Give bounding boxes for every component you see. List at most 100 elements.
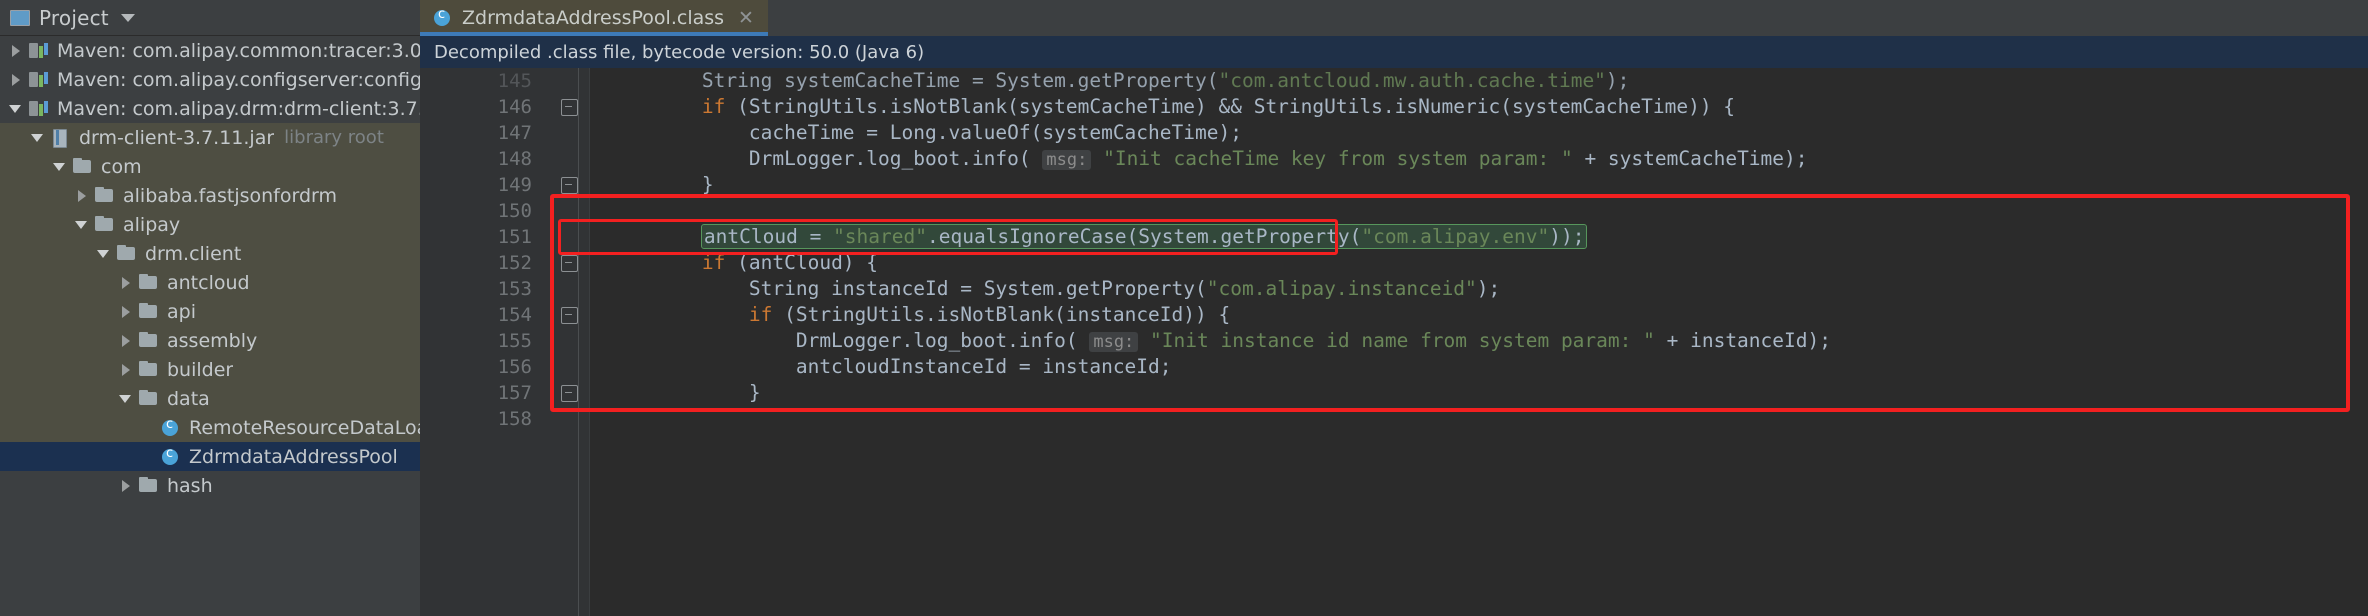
tree-node-alibaba-fastjsonfordrm[interactable]: alibaba.fastjsonfordrm xyxy=(0,181,420,210)
code-line[interactable]: if (antCloud) { xyxy=(590,250,2368,276)
fold-toggle-icon[interactable] xyxy=(548,250,589,276)
line-number: 157 xyxy=(497,382,532,404)
fold-slot xyxy=(548,276,589,302)
tree-node-label: assembly xyxy=(167,329,258,352)
tree-node-antcloud[interactable]: antcloud xyxy=(0,268,420,297)
chevron-down-icon[interactable] xyxy=(30,130,46,146)
chevron-down-icon[interactable] xyxy=(52,159,68,175)
tree-node-maven-com-alipay-common-tracer-3-0-7[interactable]: Maven: com.alipay.common:tracer:3.0.7 xyxy=(0,36,420,65)
line-number: 149 xyxy=(497,174,532,196)
package-icon xyxy=(138,331,160,350)
code-text-area[interactable]: String systemCacheTime = System.getPrope… xyxy=(590,68,2368,616)
line-number: 151 xyxy=(497,226,532,248)
chevron-down-icon[interactable] xyxy=(74,217,90,233)
fold-toggle-icon[interactable] xyxy=(548,94,589,120)
decompiled-file-notice: Decompiled .class file, bytecode version… xyxy=(420,36,2368,68)
tree-node-api[interactable]: api xyxy=(0,297,420,326)
project-tree[interactable]: Maven: com.alipay.common:tracer:3.0.7 Mav… xyxy=(0,36,420,616)
tree-node-label: data xyxy=(167,387,210,410)
tree-node-label: RemoteResourceDataLoader xyxy=(189,416,420,439)
line-number-gutter: 145 146 147 148 149 150 151 152 153 154 155 156 157 1… xyxy=(420,68,548,616)
fold-slot xyxy=(548,224,589,250)
tree-node-label: alipay xyxy=(123,213,181,236)
tree-node-label: api xyxy=(167,300,196,323)
tree-node-maven-com-alipay-configserver-config-common-4-3[interactable]: Maven: com.alipay.configserver:config-co… xyxy=(0,65,420,94)
tree-node-zdrmdataaddresspool[interactable]: ZdrmdataAddressPool xyxy=(0,442,420,471)
code-line[interactable]: } xyxy=(590,380,2368,406)
tree-node-label: builder xyxy=(167,358,234,381)
package-icon xyxy=(138,360,160,379)
tree-node-label: alibaba.fastjsonfordrm xyxy=(123,184,338,207)
chevron-down-icon[interactable] xyxy=(96,246,112,262)
tree-node-assembly[interactable]: assembly xyxy=(0,326,420,355)
tree-node-label: drm-client-3.7.11.jar xyxy=(79,126,275,149)
notice-text: Decompiled .class file, bytecode version… xyxy=(434,41,925,63)
tree-node-label: Maven: com.alipay.common:tracer:3.0.7 xyxy=(57,39,420,62)
code-line[interactable]: antCloud = "shared".equalsIgnoreCase(Sys… xyxy=(590,224,2368,250)
tree-node-label: Maven: com.alipay.configserver:config-co… xyxy=(57,68,420,91)
chevron-right-icon[interactable] xyxy=(8,72,24,88)
code-line[interactable]: DrmLogger.log_boot.info( msg: "Init inst… xyxy=(590,328,2368,354)
code-line[interactable]: cacheTime = Long.valueOf(systemCacheTime… xyxy=(590,120,2368,146)
chevron-right-icon[interactable] xyxy=(118,362,134,378)
code-line[interactable]: } xyxy=(590,172,2368,198)
jar-icon xyxy=(50,128,72,148)
fold-slot xyxy=(548,406,589,432)
chevron-right-icon[interactable] xyxy=(118,478,134,494)
chevron-down-icon[interactable] xyxy=(8,101,24,117)
chevron-right-icon[interactable] xyxy=(118,304,134,320)
tree-node-label: antcloud xyxy=(167,271,250,294)
tree-node-hash[interactable]: hash xyxy=(0,471,420,500)
tree-node-maven-com-alipay-drm-drm-client-3-7-11[interactable]: Maven: com.alipay.drm:drm-client:3.7.11 xyxy=(0,94,420,123)
tree-node-data[interactable]: data xyxy=(0,384,420,413)
code-line[interactable]: if (StringUtils.isNotBlank(instanceId)) … xyxy=(590,302,2368,328)
code-line[interactable]: DrmLogger.log_boot.info( msg: "Init cach… xyxy=(590,146,2368,172)
maven-icon xyxy=(28,99,50,118)
tree-node-remoteresourcedataloader[interactable]: RemoteResourceDataLoader xyxy=(0,413,420,442)
package-icon xyxy=(94,215,116,234)
project-tool-window: Project Maven: com.alipay.common:tracer:… xyxy=(0,0,420,616)
package-icon xyxy=(116,244,138,263)
code-line[interactable]: if (StringUtils.isNotBlank(systemCacheTi… xyxy=(590,94,2368,120)
fold-toggle-icon[interactable] xyxy=(548,302,589,328)
tree-node-com[interactable]: com xyxy=(0,152,420,181)
fold-slot xyxy=(548,328,589,354)
chevron-down-icon[interactable] xyxy=(118,391,134,407)
project-toolbar: Project xyxy=(0,0,420,36)
code-line[interactable] xyxy=(590,198,2368,224)
chevron-right-icon[interactable] xyxy=(118,333,134,349)
fold-toggle-icon[interactable] xyxy=(548,172,589,198)
code-line[interactable]: String instanceId = System.getProperty("… xyxy=(590,276,2368,302)
package-icon xyxy=(94,186,116,205)
code-line[interactable] xyxy=(590,406,2368,432)
code-line[interactable]: String systemCacheTime = System.getPrope… xyxy=(590,68,2368,94)
package-icon xyxy=(138,273,160,292)
tree-node-label: ZdrmdataAddressPool xyxy=(189,445,398,468)
code-line[interactable]: antcloudInstanceId = instanceId; xyxy=(590,354,2368,380)
code-folding-strip[interactable] xyxy=(548,68,590,616)
tree-node-label: hash xyxy=(167,474,213,497)
tree-node-drm-client[interactable]: drm.client xyxy=(0,239,420,268)
line-number: 155 xyxy=(497,330,532,352)
tree-node-drm-client-3-7-11-jar[interactable]: drm-client-3.7.11.jar library root xyxy=(0,123,420,152)
package-icon xyxy=(138,476,160,495)
chevron-down-icon[interactable] xyxy=(120,13,135,22)
tree-node-label: Maven: com.alipay.drm:drm-client:3.7.11 xyxy=(57,97,420,120)
project-window-icon xyxy=(10,9,30,26)
close-icon[interactable]: ✕ xyxy=(738,8,754,28)
chevron-right-icon[interactable] xyxy=(8,43,24,59)
project-title: Project xyxy=(39,5,109,30)
chevron-right-icon[interactable] xyxy=(74,188,90,204)
tree-node-label: com xyxy=(101,155,142,178)
line-number: 158 xyxy=(497,408,532,430)
fold-toggle-icon[interactable] xyxy=(548,380,589,406)
tree-node-alipay[interactable]: alipay xyxy=(0,210,420,239)
chevron-right-icon[interactable] xyxy=(118,275,134,291)
tree-node-builder[interactable]: builder xyxy=(0,355,420,384)
editor-tab-zdrmdataaddresspool[interactable]: ZdrmdataAddressPool.class ✕ xyxy=(420,0,768,36)
editor-content[interactable]: 145 146 147 148 149 150 151 152 153 154 155 156 157 1… xyxy=(420,68,2368,616)
fold-slot xyxy=(548,68,589,94)
fold-slot xyxy=(548,198,589,224)
tree-node-sublabel: library root xyxy=(284,127,384,148)
